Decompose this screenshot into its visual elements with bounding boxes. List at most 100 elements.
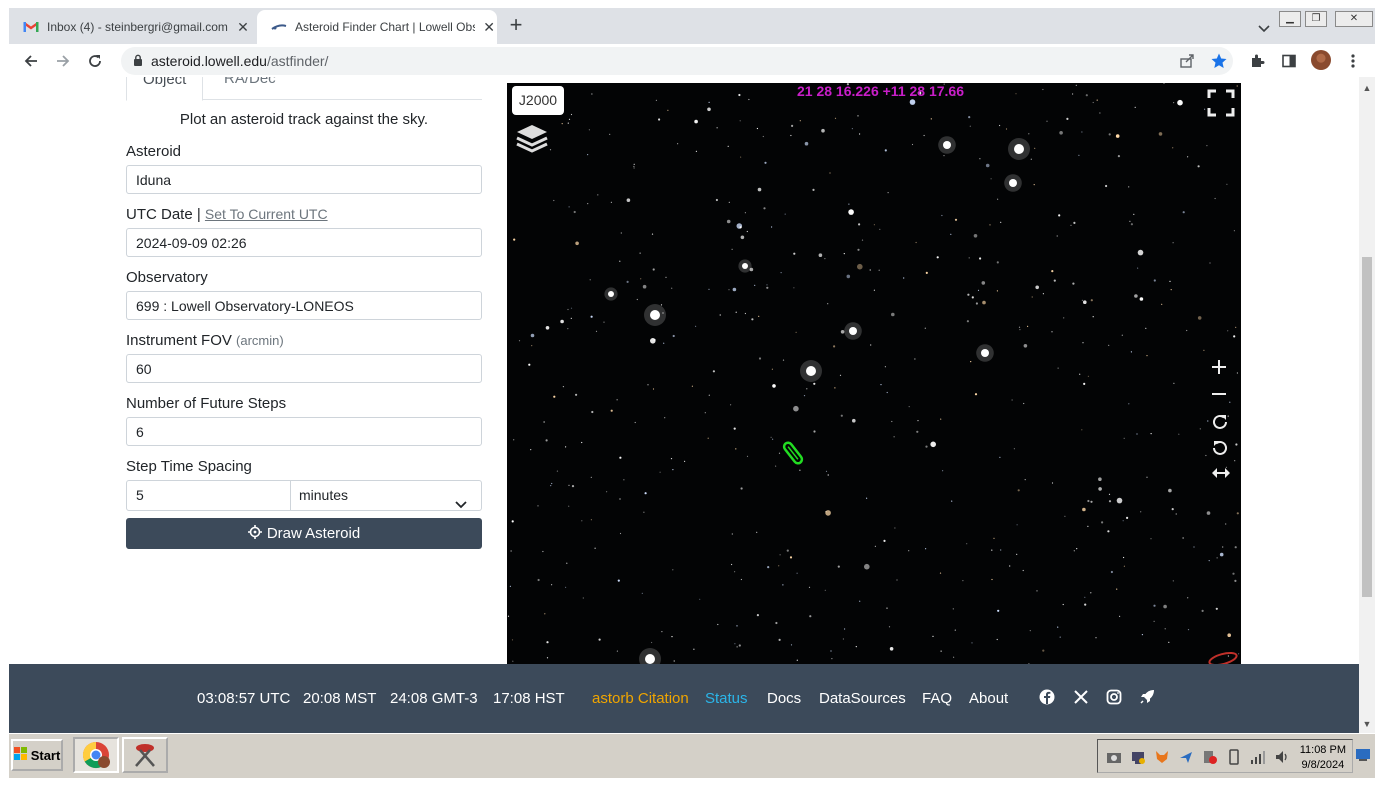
layers-icon[interactable] bbox=[515, 121, 551, 155]
tray-plane-icon[interactable] bbox=[1178, 749, 1194, 765]
astorb-citation-link[interactable]: astorb Citation bbox=[592, 690, 689, 707]
rotate-cw-icon[interactable] bbox=[1211, 413, 1233, 435]
forward-icon[interactable] bbox=[52, 50, 74, 72]
bookmark-star-icon[interactable] bbox=[1209, 51, 1229, 71]
lowell-icon bbox=[271, 19, 287, 35]
tab-asteroid-finder[interactable]: Asteroid Finder Chart | Lowell Observato… bbox=[257, 10, 497, 44]
tools-taskbar-icon[interactable] bbox=[122, 737, 168, 773]
observatory-input[interactable]: 699 : Lowell Observatory-LONEOS bbox=[126, 291, 482, 320]
crosshair-icon bbox=[247, 524, 262, 543]
avatar[interactable] bbox=[1311, 50, 1331, 70]
chrome-taskbar-icon[interactable] bbox=[73, 737, 119, 773]
cursor-coordinates: 21 28 16.226 +11 28 17.66 bbox=[797, 83, 964, 99]
draw-asteroid-button[interactable]: Draw Asteroid bbox=[126, 518, 482, 549]
time-gmt3: 24:08 GMT-3 bbox=[390, 690, 478, 707]
future-steps-input[interactable]: 6 bbox=[126, 417, 482, 446]
instagram-icon[interactable] bbox=[1106, 689, 1122, 705]
chevron-down-icon[interactable] bbox=[1256, 20, 1272, 36]
tab-title: Inbox (4) - steinbergri@gmail.com - Gmai… bbox=[47, 20, 229, 34]
rotate-ccw-icon[interactable] bbox=[1211, 439, 1233, 461]
utc-date-input[interactable]: 2024-09-09 02:26 bbox=[126, 228, 482, 257]
tray-security-icon[interactable] bbox=[1202, 749, 1218, 765]
tray-camera-icon[interactable] bbox=[1106, 749, 1122, 765]
asteroid-label: Asteroid bbox=[126, 143, 182, 160]
share-icon[interactable] bbox=[1177, 51, 1197, 71]
fov-label: Instrument FOV (arcmin) bbox=[126, 332, 284, 349]
browser-toolbar: asteroid.lowell.edu/astfinder/ bbox=[9, 44, 1375, 78]
system-tray: 11:08 PM 9/8/2024 bbox=[1097, 739, 1353, 773]
rocket-icon[interactable] bbox=[1139, 689, 1155, 705]
tray-signal-icon[interactable] bbox=[1250, 749, 1266, 765]
restore-button[interactable]: ❐ bbox=[1305, 11, 1327, 27]
zoom-out-icon[interactable] bbox=[1211, 386, 1233, 408]
draw-asteroid-label: Draw Asteroid bbox=[266, 525, 361, 542]
epoch-badge[interactable]: J2000 bbox=[512, 86, 564, 115]
faq-link[interactable]: FAQ bbox=[922, 690, 952, 707]
lock-icon bbox=[133, 54, 143, 70]
tab-gmail[interactable]: Inbox (4) - steinbergri@gmail.com - Gmai… bbox=[9, 10, 255, 44]
asteroid-input[interactable]: Iduna bbox=[126, 165, 482, 194]
clock[interactable]: 11:08 PM 9/8/2024 bbox=[1300, 743, 1346, 773]
set-current-utc-link[interactable]: Set To Current UTC bbox=[205, 206, 328, 222]
step-unit-value: minutes bbox=[299, 487, 349, 503]
tab-radec[interactable]: RA/Dec bbox=[208, 77, 292, 99]
scroll-up-icon[interactable]: ▲ bbox=[1362, 83, 1372, 93]
zoom-in-icon[interactable] bbox=[1211, 359, 1233, 381]
galaxy-logo-icon bbox=[1205, 649, 1239, 664]
clock-date: 9/8/2024 bbox=[1301, 759, 1345, 771]
tab-title: Asteroid Finder Chart | Lowell Observato… bbox=[295, 20, 475, 34]
url-host: asteroid.lowell.edu bbox=[151, 53, 267, 69]
url-text: asteroid.lowell.edu/astfinder/ bbox=[151, 53, 328, 69]
step-spacing-label: Step Time Spacing bbox=[126, 458, 252, 475]
kebab-menu-icon[interactable] bbox=[1343, 51, 1363, 71]
fullscreen-icon[interactable] bbox=[1207, 89, 1237, 119]
time-utc: 03:08:57 UTC bbox=[197, 690, 291, 707]
step-spacing-input[interactable]: 5 bbox=[126, 480, 291, 511]
start-label: Start bbox=[30, 747, 61, 763]
back-icon[interactable] bbox=[20, 50, 42, 72]
about-link[interactable]: About bbox=[969, 690, 1008, 707]
start-button[interactable]: Start bbox=[11, 739, 63, 771]
close-icon[interactable]: ✕ bbox=[235, 19, 251, 35]
scroll-down-icon[interactable]: ▼ bbox=[1362, 719, 1372, 729]
status-link[interactable]: Status bbox=[705, 690, 748, 707]
scroll-thumb[interactable] bbox=[1362, 257, 1372, 597]
tab-object[interactable]: Object bbox=[126, 77, 204, 101]
flip-horizontal-icon[interactable] bbox=[1211, 466, 1233, 488]
side-panel-icon[interactable] bbox=[1279, 51, 1299, 71]
extensions-icon[interactable] bbox=[1247, 51, 1267, 71]
chevron-down-icon bbox=[455, 490, 467, 519]
tray-device-icon[interactable] bbox=[1226, 749, 1242, 765]
new-tab-button[interactable]: + bbox=[506, 14, 526, 36]
tray-fox-icon[interactable] bbox=[1154, 749, 1170, 765]
os-taskbar: Start 11:08 PM 9/8/2024 bbox=[9, 733, 1375, 778]
address-bar[interactable]: asteroid.lowell.edu/astfinder/ bbox=[121, 47, 1233, 75]
datasources-link[interactable]: DataSources bbox=[819, 690, 906, 707]
page-scrollbar[interactable]: ▲ ▼ bbox=[1359, 77, 1375, 733]
facebook-icon[interactable] bbox=[1039, 689, 1055, 705]
window-close-button[interactable]: ✕ bbox=[1335, 11, 1373, 27]
utc-date-label-text: UTC Date | bbox=[126, 206, 201, 223]
page-subtitle: Plot an asteroid track against the sky. bbox=[179, 111, 429, 128]
page-content: Object RA/Dec Plot an asteroid track aga… bbox=[9, 77, 1359, 664]
time-hst: 17:08 HST bbox=[493, 690, 565, 707]
tray-network-icon[interactable] bbox=[1130, 749, 1146, 765]
tray-volume-icon[interactable] bbox=[1274, 749, 1290, 765]
step-unit-select[interactable]: minutes bbox=[290, 480, 482, 511]
fov-unit-hint: (arcmin) bbox=[236, 333, 284, 348]
tab-strip: Inbox (4) - steinbergri@gmail.com - Gmai… bbox=[9, 8, 1375, 44]
windows-logo-icon bbox=[13, 746, 28, 764]
close-icon[interactable]: ✕ bbox=[481, 19, 497, 35]
docs-link[interactable]: Docs bbox=[767, 690, 801, 707]
site-footer: 03:08:57 UTC 20:08 MST 24:08 GMT-3 17:08… bbox=[9, 664, 1359, 733]
reload-icon[interactable] bbox=[84, 50, 106, 72]
clock-time: 11:08 PM bbox=[1299, 744, 1346, 756]
x-icon[interactable] bbox=[1073, 689, 1089, 705]
sky-map[interactable]: J2000 21 28 16.226 +11 28 17.66 bbox=[507, 83, 1241, 664]
fov-input[interactable]: 60 bbox=[126, 354, 482, 383]
mode-tabs: Object RA/Dec bbox=[126, 77, 482, 101]
observatory-label: Observatory bbox=[126, 269, 208, 286]
show-desktop-icon[interactable] bbox=[1355, 748, 1371, 764]
gmail-icon bbox=[23, 19, 39, 35]
minimize-button[interactable]: ▁ bbox=[1279, 11, 1301, 27]
